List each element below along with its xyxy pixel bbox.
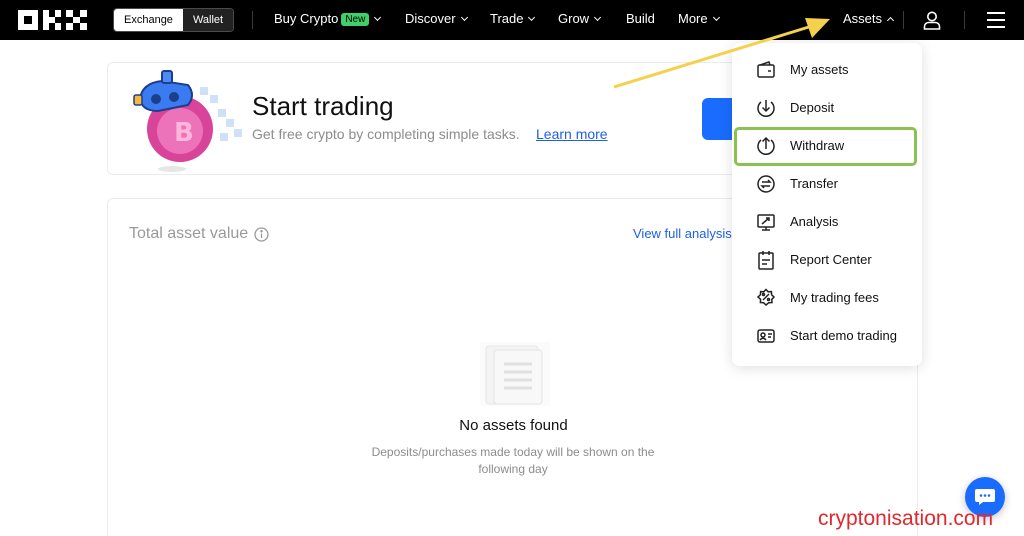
no-assets-subtitle: Deposits/purchases made today will be sh… xyxy=(371,445,655,476)
chevron-down-icon xyxy=(594,13,602,22)
nav-divider xyxy=(964,11,965,29)
learn-more-link[interactable]: Learn more xyxy=(536,126,608,142)
report-icon xyxy=(758,251,774,270)
nav-buy-crypto[interactable]: Buy Crypto New xyxy=(274,0,382,40)
robot-coin-illustration: B xyxy=(133,70,242,172)
info-icon[interactable] xyxy=(254,227,269,242)
top-nav-bar: Exchange Wallet Buy Crypto New Discover T… xyxy=(0,0,1024,40)
chevron-down-icon xyxy=(374,13,382,22)
menu-item-deposit[interactable]: Deposit xyxy=(732,89,922,127)
menu-item-label: My trading fees xyxy=(790,290,879,305)
transfer-icon xyxy=(757,175,775,193)
nav-assets-label: Assets xyxy=(843,11,883,26)
nav-build[interactable]: Build xyxy=(626,0,655,40)
menu-item-transfer[interactable]: Transfer xyxy=(732,165,922,203)
nav-trade-label: Trade xyxy=(490,11,524,26)
exchange-tab[interactable]: Exchange xyxy=(114,9,183,31)
chevron-down-icon xyxy=(460,13,468,22)
nav-divider xyxy=(252,11,253,29)
chevron-up-icon xyxy=(886,16,895,25)
total-asset-value-label: Total asset value xyxy=(129,225,249,242)
analysis-icon xyxy=(757,214,775,231)
menu-item-trading-fees[interactable]: My trading fees xyxy=(732,279,922,317)
user-icon[interactable] xyxy=(922,10,942,30)
nav-assets[interactable]: Assets xyxy=(843,0,895,40)
okx-logo[interactable] xyxy=(18,9,92,31)
assets-dropdown-menu: My assets Deposit Withdraw Transfer Anal… xyxy=(732,43,922,366)
nav-more[interactable]: More xyxy=(678,0,720,40)
menu-item-demo-trading[interactable]: Start demo trading xyxy=(732,317,922,355)
no-assets-title: No assets found xyxy=(459,417,568,434)
menu-item-label: Start demo trading xyxy=(790,328,897,343)
chat-bubble-icon xyxy=(975,489,995,505)
chevron-down-icon xyxy=(712,13,720,22)
withdraw-highlight-box xyxy=(734,127,917,166)
nav-build-label: Build xyxy=(626,11,655,26)
nav-buy-crypto-label: Buy Crypto xyxy=(274,11,339,26)
nav-discover-label: Discover xyxy=(405,11,456,26)
menu-item-report-center[interactable]: Report Center xyxy=(732,241,922,279)
hamburger-menu-icon[interactable] xyxy=(986,11,1006,29)
menu-item-label: Analysis xyxy=(790,214,839,229)
banner-title: Start trading xyxy=(252,91,394,121)
menu-item-label: Transfer xyxy=(790,176,838,191)
new-badge: New xyxy=(341,13,370,26)
wallet-tab[interactable]: Wallet xyxy=(182,9,234,31)
wallet-icon xyxy=(757,61,775,78)
demo-icon xyxy=(757,329,775,343)
fees-icon xyxy=(756,288,776,307)
nav-trade[interactable]: Trade xyxy=(490,0,536,40)
nav-divider xyxy=(903,11,904,29)
nav-more-label: More xyxy=(678,11,708,26)
menu-item-label: Report Center xyxy=(790,252,872,267)
deposit-icon xyxy=(757,100,775,117)
menu-item-my-assets[interactable]: My assets xyxy=(732,51,922,89)
menu-item-label: Deposit xyxy=(790,100,835,115)
chevron-down-icon xyxy=(528,13,536,22)
svg-text:B: B xyxy=(174,118,194,148)
exchange-wallet-toggle: Exchange Wallet xyxy=(113,8,235,32)
nav-grow-label: Grow xyxy=(558,11,590,26)
menu-item-label: My assets xyxy=(790,62,849,77)
watermark-text: cryptonisation.com xyxy=(818,507,994,530)
nav-grow[interactable]: Grow xyxy=(558,0,602,40)
menu-item-analysis[interactable]: Analysis xyxy=(732,203,922,241)
banner-subtitle: Get free crypto by completing simple tas… xyxy=(252,126,520,142)
start-trading-banner: B Start trading Get free crypto by compl… xyxy=(107,62,807,175)
view-full-analysis-link[interactable]: View full analysis xyxy=(633,226,732,241)
nav-discover[interactable]: Discover xyxy=(405,0,468,40)
empty-document-icon xyxy=(480,342,550,406)
